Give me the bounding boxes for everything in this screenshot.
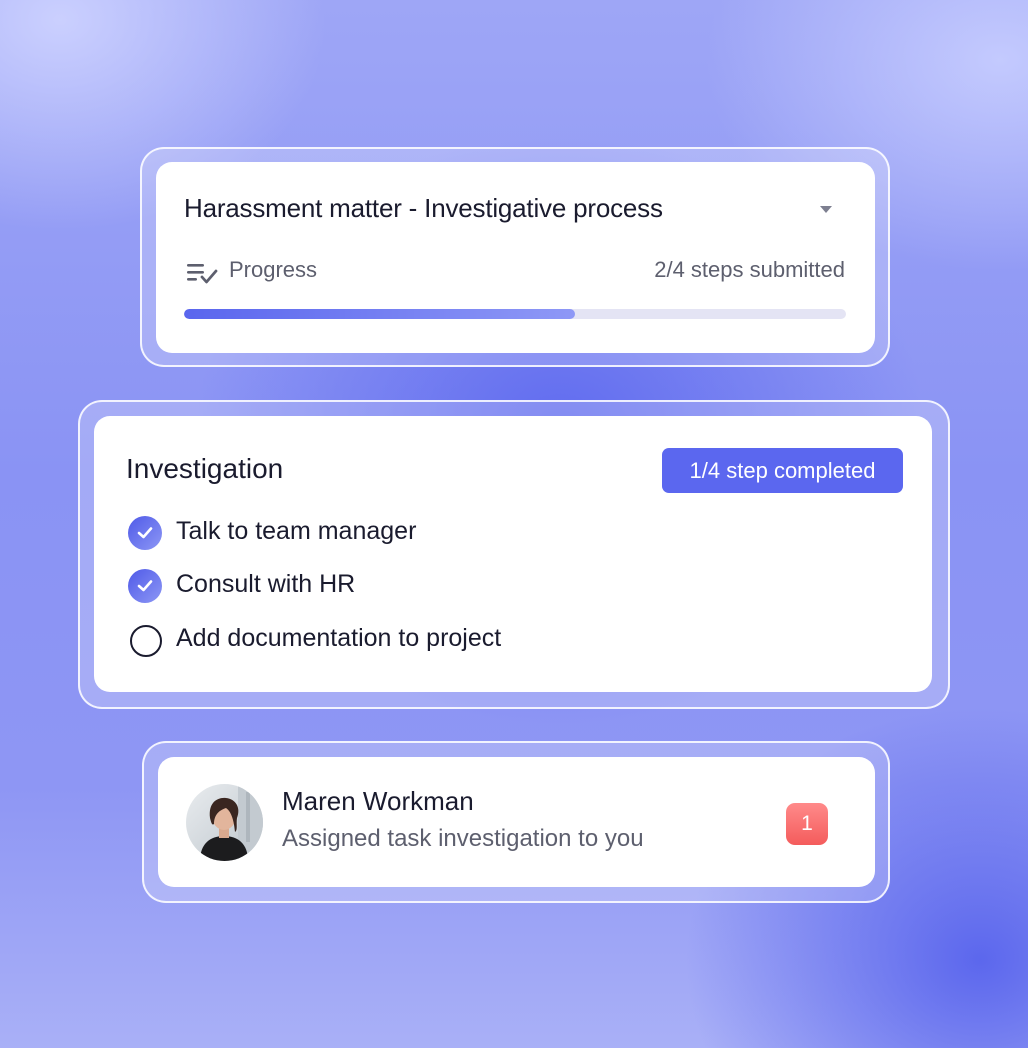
investigation-card: Investigation 1/4 step completed Talk to…: [94, 416, 932, 692]
step-label: Add documentation to project: [176, 624, 502, 652]
progress-bar-fill: [184, 309, 575, 319]
empty-circle-icon[interactable]: [130, 625, 162, 657]
user-avatar[interactable]: [186, 784, 263, 861]
investigation-title: Investigation: [126, 453, 284, 484]
step-label: Consult with HR: [176, 570, 356, 598]
progress-label: Progress: [229, 257, 318, 282]
process-card[interactable]: Harassment matter - Investigative proces…: [156, 162, 875, 353]
checked-circle-icon[interactable]: [128, 516, 162, 550]
notification-card[interactable]: Maren Workman Assigned task investigatio…: [158, 757, 875, 887]
notification-count-badge: 1: [786, 803, 828, 845]
step-count-badge: 1/4 step completed: [662, 448, 903, 493]
sender-name: Maren Workman: [282, 786, 474, 816]
progress-bar: [184, 309, 846, 319]
checked-circle-icon[interactable]: [128, 569, 162, 603]
checklist-icon: [187, 264, 218, 284]
process-title: Harassment matter - Investigative proces…: [184, 193, 663, 223]
progress-status: 2/4 steps submitted: [654, 257, 845, 282]
step-label: Talk to team manager: [176, 517, 417, 545]
caret-down-icon[interactable]: [820, 206, 832, 213]
notification-message: Assigned task investigation to you: [282, 825, 644, 852]
